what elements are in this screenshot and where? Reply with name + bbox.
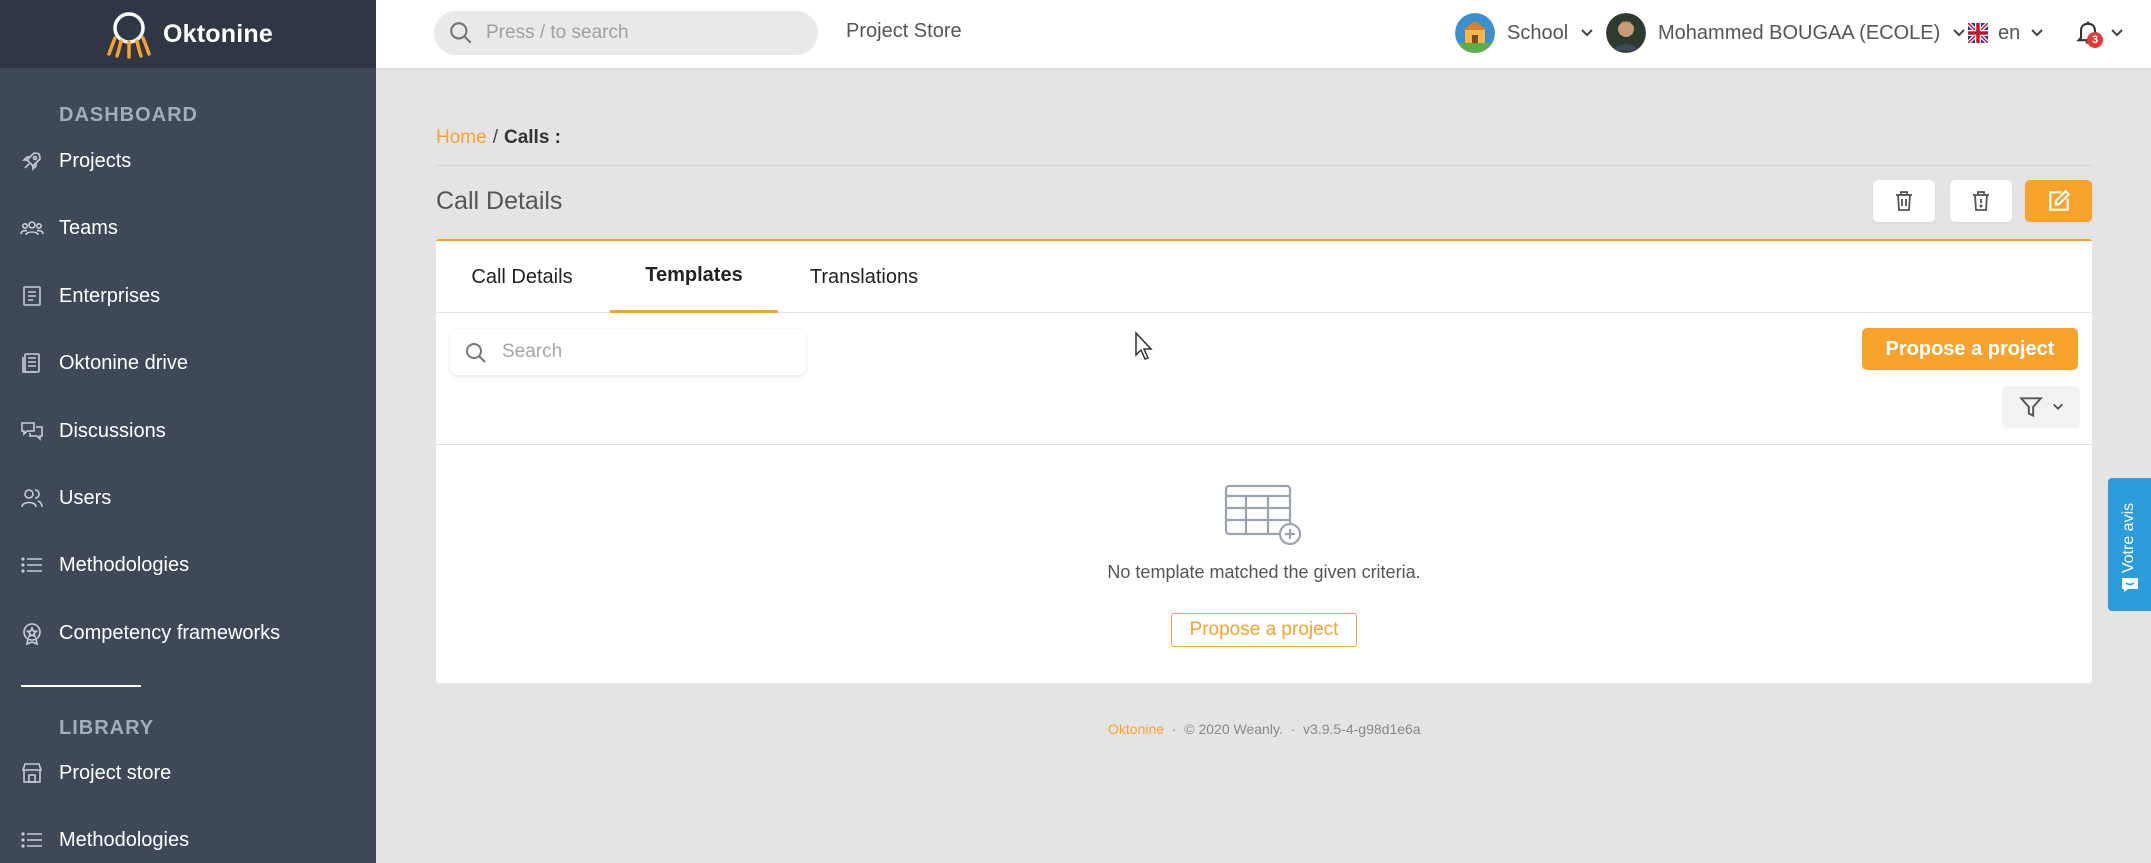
rocket-icon xyxy=(22,152,41,171)
filter-button[interactable] xyxy=(2002,386,2080,428)
tab-translations[interactable]: Translations xyxy=(778,241,950,313)
sidebar-item-discussions[interactable]: Discussions xyxy=(0,409,376,453)
sidebar-item-label: Enterprises xyxy=(59,284,161,307)
chevron-down-icon xyxy=(1953,29,1966,37)
sidebar-item-label: Teams xyxy=(59,216,118,239)
sidebar-item-drive[interactable]: Oktonine drive xyxy=(0,341,376,385)
card-divider xyxy=(436,444,2092,445)
enterprise-icon xyxy=(23,286,41,306)
user-menu[interactable]: Mohammed BOUGAA (ECOLE) xyxy=(1606,13,1966,53)
footer-dot: · xyxy=(1171,721,1177,737)
footer-dot: · xyxy=(1290,721,1296,737)
notification-badge: 3 xyxy=(2087,32,2103,48)
discussions-icon xyxy=(21,422,43,441)
mouse-cursor-icon xyxy=(1135,331,1153,360)
page-title: Call Details xyxy=(436,187,563,215)
oktonine-logo-icon xyxy=(107,12,151,59)
project-store-link[interactable]: Project Store xyxy=(846,20,962,43)
footer-copyright: © 2020 Weanly. xyxy=(1184,721,1283,737)
sidebar-item-project-store[interactable]: Project store xyxy=(0,751,376,795)
uk-flag-icon xyxy=(1968,23,1988,43)
school-label: School xyxy=(1507,21,1569,44)
sidebar-item-users[interactable]: Users xyxy=(0,476,376,520)
language-label: en xyxy=(1998,21,2021,44)
feedback-tab[interactable]: Votre avis xyxy=(2108,478,2151,611)
school-selector[interactable]: School xyxy=(1455,13,1594,53)
propose-project-button[interactable]: Propose a project xyxy=(1862,328,2078,370)
search-icon xyxy=(450,22,472,44)
list-icon xyxy=(21,557,42,573)
breadcrumb-home[interactable]: Home xyxy=(436,127,487,148)
list-icon xyxy=(21,832,42,848)
template-search[interactable] xyxy=(450,329,806,375)
sidebar: Oktonine DASHBOARD Projects Teams Enterp… xyxy=(0,0,376,863)
topbar: Project Store School Mohammed BOUGAA (EC… xyxy=(376,0,2151,68)
user-name: Mohammed BOUGAA (ECOLE) xyxy=(1658,21,1941,44)
template-search-input[interactable] xyxy=(502,339,792,365)
sidebar-item-projects[interactable]: Projects xyxy=(0,139,376,183)
search-icon xyxy=(466,343,486,363)
chevron-down-icon xyxy=(2031,29,2043,37)
breadcrumb-current: Calls : xyxy=(503,127,561,148)
trash-alert-icon xyxy=(1973,191,1989,211)
library-section-title: LIBRARY xyxy=(59,717,155,739)
store-icon xyxy=(21,763,43,783)
edit-button[interactable] xyxy=(2025,180,2092,222)
sidebar-item-methodologies[interactable]: Methodologies xyxy=(0,543,376,587)
filter-icon xyxy=(2019,397,2043,418)
users-icon xyxy=(21,489,43,508)
tab-templates[interactable]: Templates xyxy=(610,241,778,313)
propose-project-link[interactable]: Propose a project xyxy=(1171,613,1357,647)
sidebar-item-label: Projects xyxy=(59,149,132,172)
sidebar-item-label: Project store xyxy=(59,761,172,784)
language-selector[interactable]: en xyxy=(1968,13,2044,53)
sidebar-item-teams[interactable]: Teams xyxy=(0,206,376,250)
empty-table-icon xyxy=(1224,484,1302,546)
breadcrumb-separator: / xyxy=(492,127,498,148)
delete-warning-button[interactable] xyxy=(1950,180,2012,222)
breadcrumb-divider xyxy=(436,165,2092,166)
sidebar-divider xyxy=(21,685,141,687)
trash-icon xyxy=(1896,191,1912,211)
breadcrumb: Home / Calls : xyxy=(436,127,561,149)
edit-icon xyxy=(2048,189,2070,211)
chevron-down-icon xyxy=(2053,403,2063,410)
brand-name: Oktonine xyxy=(163,19,273,48)
school-avatar xyxy=(1455,13,1495,53)
brand-header[interactable]: Oktonine xyxy=(0,0,376,68)
feedback-label: Votre avis xyxy=(2120,502,2137,574)
sidebar-item-label: Oktonine drive xyxy=(59,351,188,374)
avatar xyxy=(1606,13,1646,53)
team-icon xyxy=(20,221,44,236)
chevron-down-icon xyxy=(2111,29,2123,37)
chevron-down-icon xyxy=(1581,29,1593,37)
global-search[interactable] xyxy=(434,11,818,55)
footer-brand-link[interactable]: Oktonine xyxy=(1108,721,1164,737)
global-search-input[interactable] xyxy=(486,22,796,44)
footer-version: v3.9.5-4-g98d1e6a xyxy=(1303,721,1421,737)
sidebar-item-competency-frameworks[interactable]: Competency frameworks xyxy=(0,611,376,655)
tabs: Call Details Templates Translations xyxy=(436,241,2092,313)
sidebar-item-library-methodologies[interactable]: Methodologies xyxy=(0,818,376,862)
sidebar-item-label: Users xyxy=(59,486,112,509)
delete-button[interactable] xyxy=(1873,180,1935,222)
notifications-button[interactable]: 3 xyxy=(2074,13,2124,53)
sidebar-item-label: Methodologies xyxy=(59,828,190,851)
tab-call-details[interactable]: Call Details xyxy=(436,241,608,313)
sidebar-item-label: Competency frameworks xyxy=(59,621,281,644)
badge-icon xyxy=(23,623,41,645)
drive-icon xyxy=(22,353,40,373)
call-details-card: Call Details Templates Translations Prop… xyxy=(436,239,2092,683)
sidebar-item-label: Methodologies xyxy=(59,553,190,576)
sidebar-item-enterprises[interactable]: Enterprises xyxy=(0,274,376,318)
dashboard-section-title: DASHBOARD xyxy=(59,104,198,126)
chat-icon xyxy=(2122,578,2138,592)
empty-state-message: No template matched the given criteria. xyxy=(1107,562,1421,582)
sidebar-item-label: Discussions xyxy=(59,419,166,442)
